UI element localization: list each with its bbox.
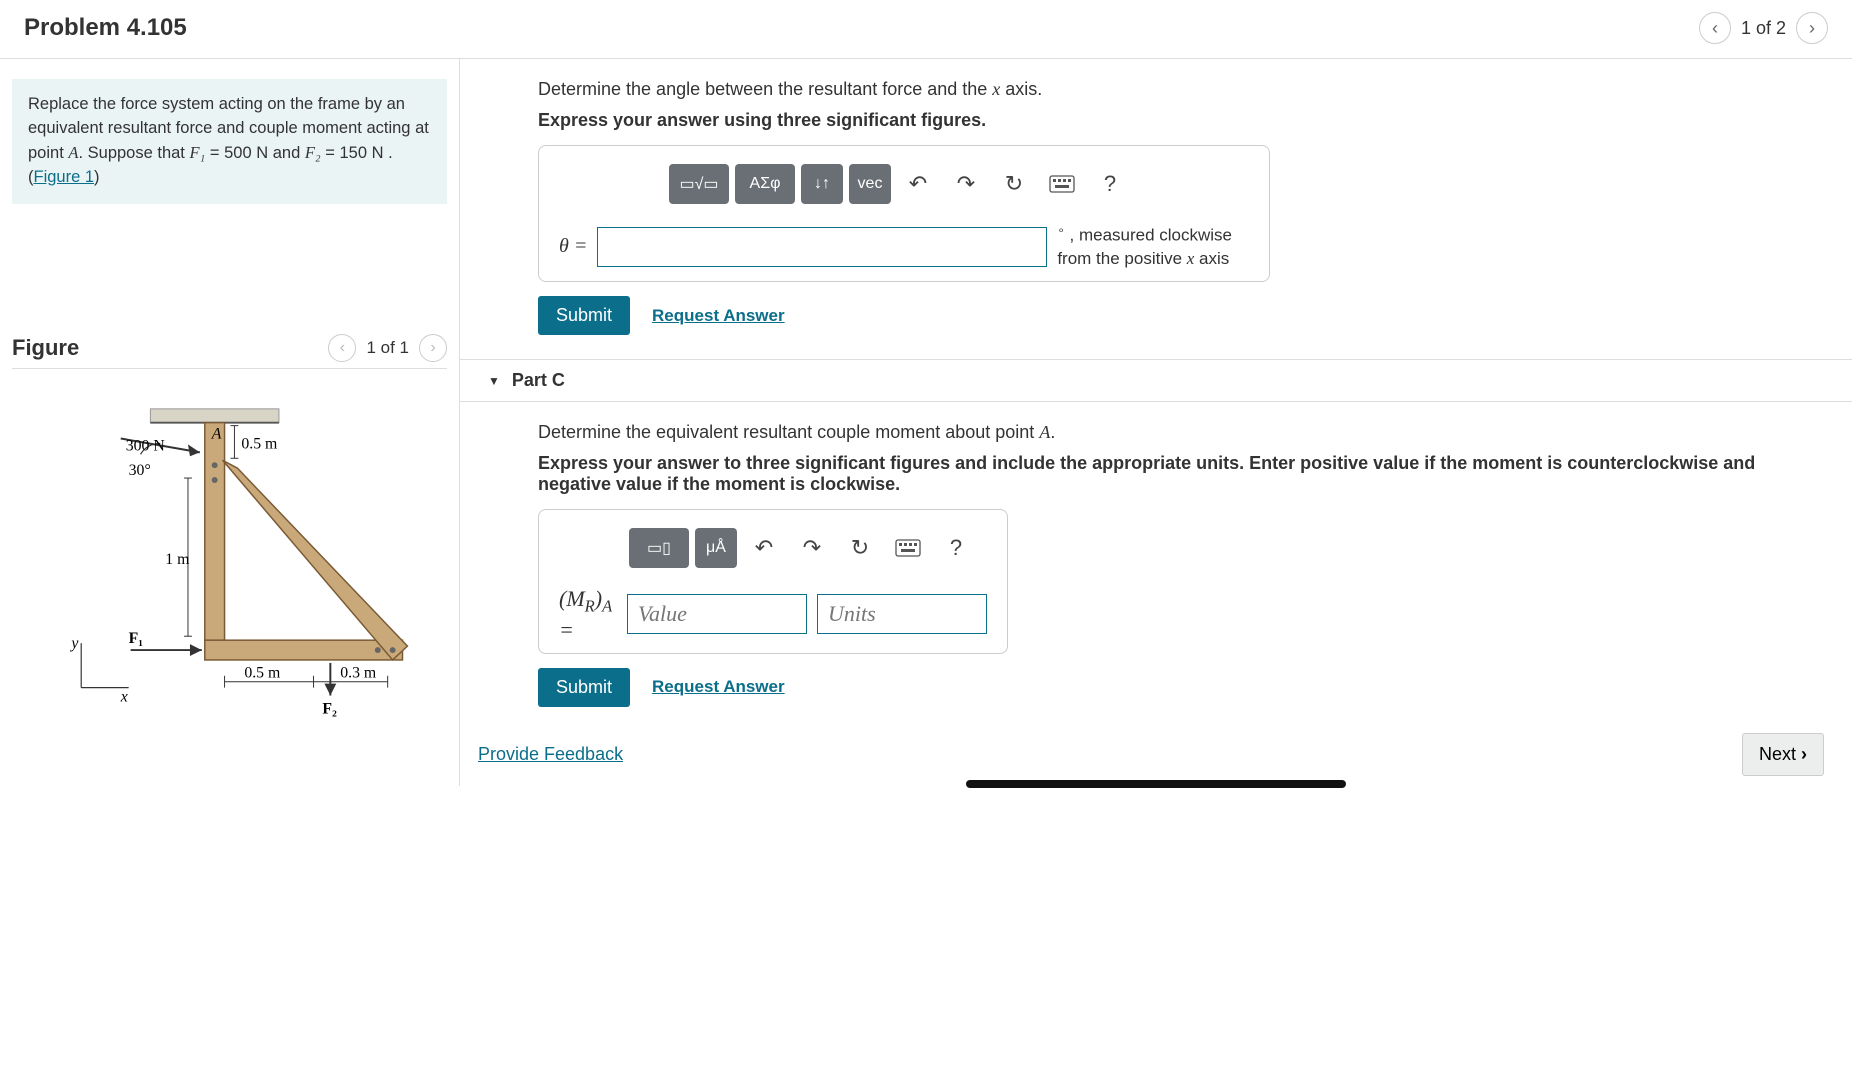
moment-value-input[interactable] — [627, 594, 807, 634]
figure-next-button[interactable]: › — [419, 334, 447, 362]
provide-feedback-link[interactable]: Provide Feedback — [478, 744, 623, 765]
partb-submit-button[interactable]: Submit — [538, 296, 630, 335]
problem-title: Problem 4.105 — [24, 14, 187, 42]
svg-text:300 N: 300 N — [126, 437, 166, 454]
svg-text:A: A — [211, 425, 222, 442]
figure-heading: Figure — [12, 335, 79, 361]
theta-label: θ = — [559, 235, 587, 258]
keyboard-button[interactable] — [1041, 164, 1083, 204]
subscript-toggle-button[interactable]: ↓↑ — [801, 164, 843, 204]
problem-pager: ‹ 1 of 2 › — [1699, 12, 1828, 44]
problem-pager-text: 1 of 2 — [1741, 18, 1786, 39]
svg-text:30°: 30° — [129, 462, 151, 479]
partc-redo-button[interactable]: ↷ — [791, 528, 833, 568]
partc-header[interactable]: ▼ Part C — [460, 359, 1852, 402]
svg-text:F₁: F₁ — [129, 630, 144, 647]
partc-prompt: Determine the equivalent resultant coupl… — [538, 422, 1828, 443]
caret-down-icon: ▼ — [488, 374, 500, 388]
moment-label: (MR)A = — [559, 586, 617, 642]
figure-link[interactable]: Figure 1 — [34, 168, 95, 186]
partc-hint: Express your answer to three significant… — [538, 453, 1828, 495]
partb-request-answer-link[interactable]: Request Answer — [652, 306, 785, 326]
svg-text:F₂: F₂ — [322, 700, 337, 717]
partc-answer-box: ▭▯ μÅ ↶ ↷ ↻ ? (MR)A = — [538, 509, 1008, 653]
theta-unit-text: ∘ , measured clockwise from the positive… — [1057, 222, 1232, 271]
theta-input[interactable] — [597, 227, 1047, 267]
svg-text:0.3 m: 0.3 m — [340, 664, 377, 681]
redo-button[interactable]: ↷ — [945, 164, 987, 204]
keyboard-icon — [895, 539, 921, 557]
partb-prompt: Determine the angle between the resultan… — [538, 79, 1828, 100]
next-button[interactable]: Next › — [1742, 733, 1824, 776]
partc-undo-button[interactable]: ↶ — [743, 528, 785, 568]
greek-button[interactable]: ΑΣφ — [735, 164, 795, 204]
partc-request-answer-link[interactable]: Request Answer — [652, 677, 785, 697]
svg-text:0.5 m: 0.5 m — [244, 664, 281, 681]
next-problem-button[interactable]: › — [1796, 12, 1828, 44]
help-button[interactable]: ? — [1089, 164, 1131, 204]
figure-pager: ‹ 1 of 1 › — [328, 334, 447, 362]
vector-button[interactable]: vec — [849, 164, 891, 204]
keyboard-icon — [1049, 175, 1075, 193]
partc-submit-button[interactable]: Submit — [538, 668, 630, 707]
partc-title: Part C — [512, 370, 565, 391]
partb-answer-box: ▭√▭ ΑΣφ ↓↑ vec ↶ ↷ ↻ ? θ = ∘ , me — [538, 145, 1270, 282]
figure-diagram: A 300 N 0.5 m 30° 1 m F₁ y x 0.5 m 0.3 m… — [12, 389, 447, 749]
partc-reset-button[interactable]: ↻ — [839, 528, 881, 568]
partc-help-button[interactable]: ? — [935, 528, 977, 568]
partb-hint: Express your answer using three signific… — [538, 110, 1828, 131]
reset-button[interactable]: ↻ — [993, 164, 1035, 204]
moment-units-input[interactable] — [817, 594, 987, 634]
partc-keyboard-button[interactable] — [887, 528, 929, 568]
prev-problem-button[interactable]: ‹ — [1699, 12, 1731, 44]
partc-templates-button[interactable]: ▭▯ — [629, 528, 689, 568]
figure-prev-button[interactable]: ‹ — [328, 334, 356, 362]
svg-text:0.5 m: 0.5 m — [241, 435, 278, 452]
partc-units-button[interactable]: μÅ — [695, 528, 737, 568]
templates-button[interactable]: ▭√▭ — [669, 164, 729, 204]
svg-text:x: x — [120, 688, 128, 705]
svg-text:y: y — [69, 635, 79, 652]
scrollbar[interactable] — [966, 780, 1346, 788]
svg-text:1 m: 1 m — [165, 551, 190, 568]
figure-pager-text: 1 of 1 — [366, 338, 409, 358]
undo-button[interactable]: ↶ — [897, 164, 939, 204]
problem-statement: Replace the force system acting on the f… — [12, 79, 447, 204]
